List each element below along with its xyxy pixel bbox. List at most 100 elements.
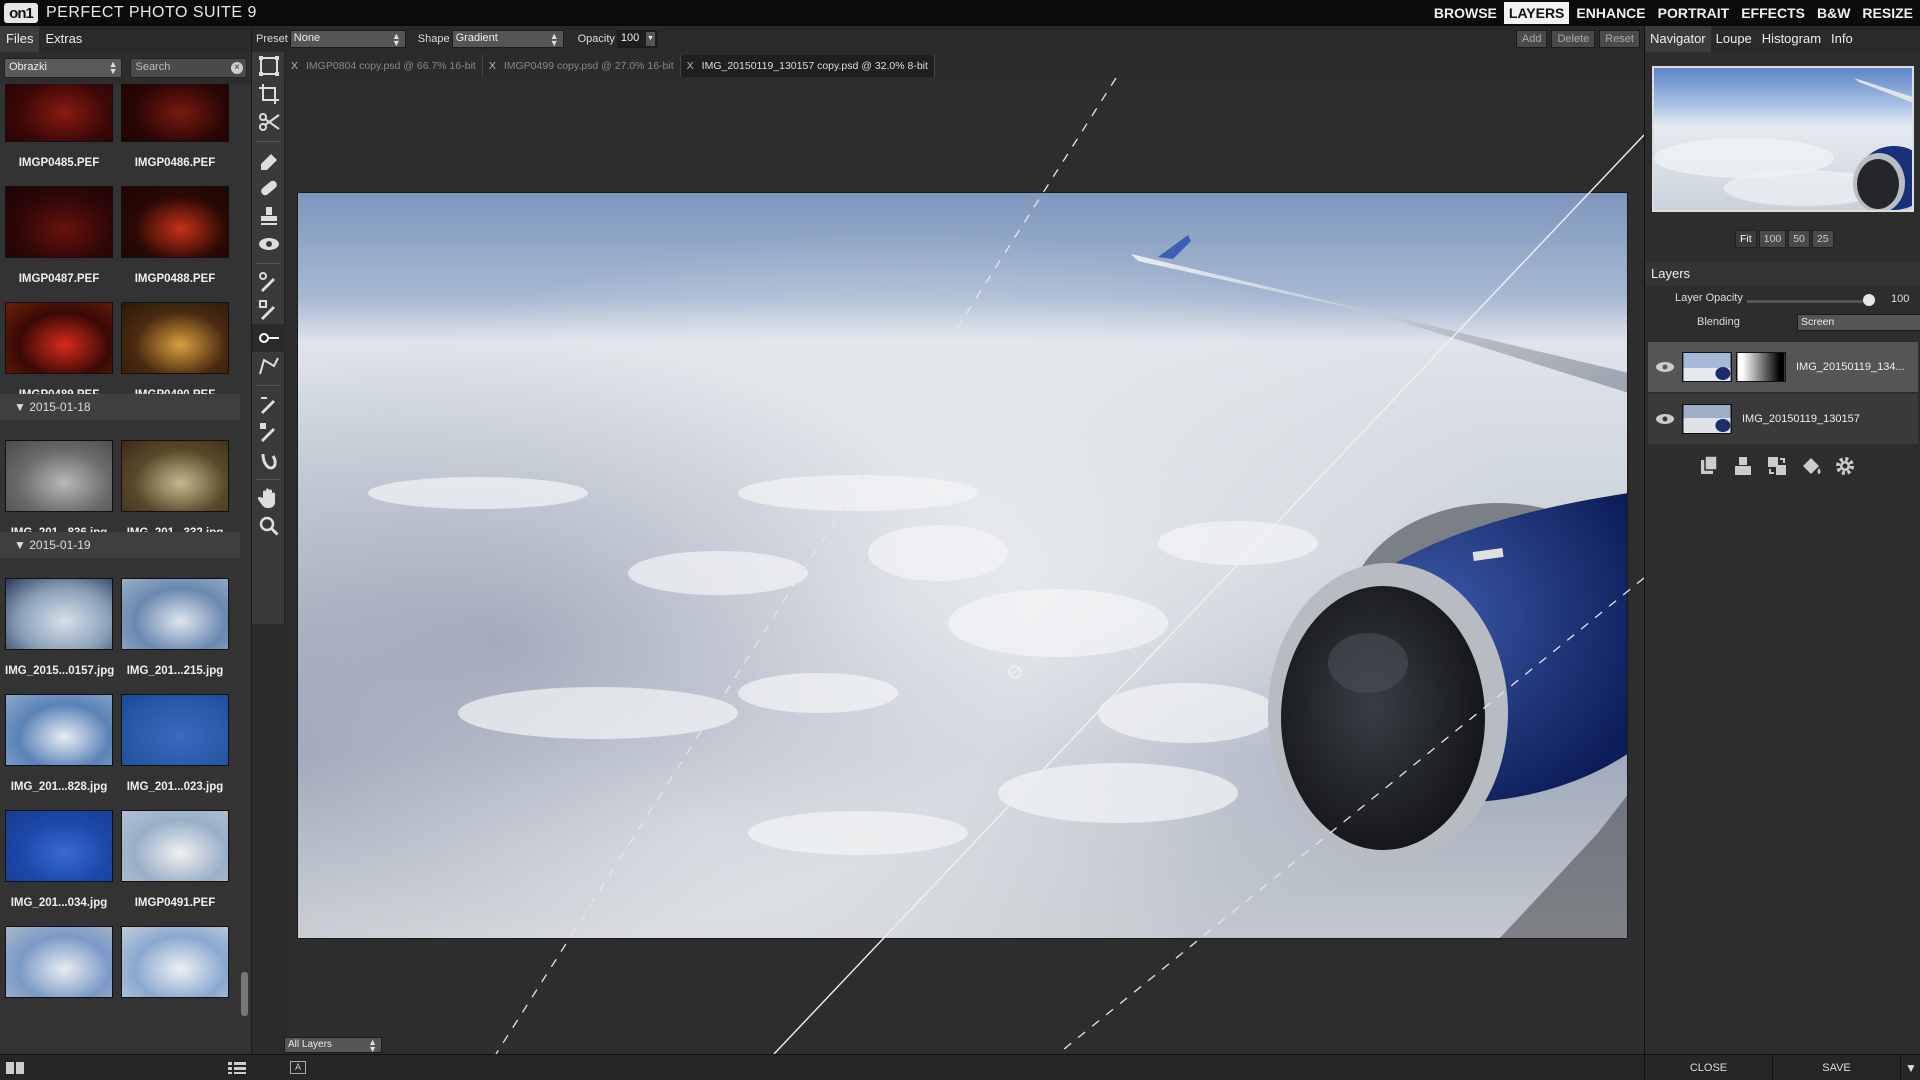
module-layers[interactable]: LAYERS [1503, 2, 1570, 24]
thumbnail-item[interactable]: IMGP0485.PEF [5, 84, 113, 169]
blur-tool[interactable] [252, 446, 285, 474]
layer-row[interactable]: IMG_20150119_130157 [1648, 394, 1918, 444]
redeye-tool[interactable] [252, 230, 285, 258]
preset-select[interactable]: None ▲ ▼ [289, 30, 406, 48]
gradient-mask-overlay[interactable] [286, 78, 1644, 1054]
thumbnail-item[interactable]: IMGP0488.PEF [121, 186, 229, 285]
tab-navigator[interactable]: Navigator [1645, 26, 1711, 52]
close-tab-icon[interactable]: X [489, 60, 496, 72]
zoom-100-button[interactable]: 100 [1758, 230, 1787, 248]
layers-filter-select[interactable]: All Layers ▲ ▼ [284, 1037, 382, 1054]
eraser-tool[interactable] [252, 146, 285, 174]
thumbnail-image[interactable] [121, 810, 229, 882]
doc-tab-2[interactable]: X IMGP0499 copy.psd @ 27.0% 16-bit [483, 55, 681, 77]
thumbnail-item[interactable]: IMGP0486.PEF [121, 84, 229, 169]
gradient-guide-end[interactable] [1057, 577, 1644, 1054]
layer-row[interactable]: IMG_20150119_134... [1648, 342, 1918, 392]
stamp-visible-icon[interactable] [1765, 454, 1789, 478]
a-toggle-badge[interactable]: A [290, 1061, 306, 1074]
add-button[interactable]: Add [1515, 30, 1548, 48]
gear-icon[interactable] [1833, 454, 1857, 478]
opacity-field[interactable]: 100 ▼ [616, 30, 657, 48]
thumbnail-item[interactable]: IMG_201...034.jpg [5, 810, 113, 909]
close-tab-icon[interactable]: X [687, 60, 694, 72]
blending-select[interactable]: Screen ▲▼ [1797, 314, 1920, 331]
thumbnail-item[interactable]: IMGP0491.PEF [121, 810, 229, 909]
thumbnail-image[interactable] [121, 926, 229, 998]
tab-files[interactable]: Files [0, 26, 40, 52]
doc-tab-3[interactable]: X IMG_20150119_130157 copy.psd @ 32.0% 8-… [680, 55, 935, 77]
module-effects[interactable]: EFFECTS [1736, 2, 1810, 24]
gradient-center-handle[interactable] [1034, 602, 1064, 632]
date-group-header[interactable]: ▼ 2015-01-18 [0, 394, 240, 420]
collapse-triangle-icon[interactable]: ▼ [14, 400, 29, 414]
zoom-25-button[interactable]: 25 [1811, 230, 1834, 248]
zoom-50-button[interactable]: 50 [1788, 230, 1810, 248]
hand-tool[interactable] [252, 484, 285, 512]
zoom-tool[interactable] [252, 512, 285, 540]
thumbnail-image[interactable] [121, 84, 229, 142]
thumbnail-item[interactable] [5, 926, 113, 1013]
transform-tool[interactable] [252, 52, 285, 80]
panel-toggle-icon[interactable] [6, 1062, 24, 1074]
module-browse[interactable]: BROWSE [1429, 2, 1502, 24]
doc-tab-1[interactable]: X IMGP0804 copy.psd @ 66.7% 16-bit [285, 55, 483, 77]
close-tab-icon[interactable]: X [291, 60, 298, 72]
thumbnail-image[interactable] [5, 810, 113, 882]
thumbnail-image[interactable] [121, 694, 229, 766]
thumbnail-image[interactable] [5, 926, 113, 998]
thumbnail-image[interactable] [121, 186, 229, 258]
chevron-down-icon[interactable]: ▼ [1901, 1055, 1920, 1080]
navigator-preview[interactable] [1652, 66, 1914, 212]
thumbnail-item[interactable]: IMG_201...023.jpg [121, 694, 229, 793]
reset-button[interactable]: Reset [1599, 30, 1640, 48]
thumbnail-item[interactable] [121, 926, 229, 1013]
layer-opacity-slider-knob[interactable] [1863, 294, 1875, 306]
layer-opacity-slider[interactable] [1747, 300, 1869, 303]
thumbnail-image[interactable] [5, 84, 113, 142]
thumbnail-image[interactable] [5, 186, 113, 258]
thumbnail-item[interactable]: IMG_201...828.jpg [5, 694, 113, 793]
clear-search-icon[interactable]: × [231, 62, 243, 74]
module-portrait[interactable]: PORTRAIT [1653, 2, 1735, 24]
thumbnail-item[interactable]: IMG_2015...0157.jpg [5, 578, 114, 677]
thumbnail-image[interactable] [121, 440, 229, 512]
tab-extras[interactable]: Extras [39, 26, 88, 52]
thumbnail-item[interactable]: IMG_201...215.jpg [121, 578, 229, 677]
layer-mask-thumbnail[interactable] [1736, 352, 1786, 382]
retouch-tool[interactable] [252, 174, 285, 202]
thumbnail-image[interactable] [5, 302, 113, 374]
close-button[interactable]: CLOSE [1645, 1055, 1773, 1080]
thumbnail-image[interactable] [5, 578, 113, 650]
thumbnail-image[interactable] [5, 440, 113, 512]
zoom-fit-button[interactable]: Fit [1735, 230, 1757, 248]
thumbnail-image[interactable] [5, 694, 113, 766]
thumbnail-item[interactable]: IMGP0487.PEF [5, 186, 113, 285]
clone-stamp-tool[interactable] [252, 202, 285, 230]
fill-bucket-icon[interactable] [1799, 454, 1823, 478]
crop-tool[interactable] [252, 80, 285, 108]
gradient-center-line[interactable] [773, 134, 1644, 1054]
date-group-header[interactable]: ▼ 2015-01-19 [0, 532, 240, 558]
masking-bug-tool[interactable] [252, 296, 285, 324]
module-enhance[interactable]: ENHANCE [1571, 2, 1650, 24]
save-button[interactable]: SAVE [1773, 1055, 1901, 1080]
gradient-guide-start[interactable] [495, 78, 1117, 1054]
image-canvas[interactable] [286, 78, 1644, 1054]
chevron-down-icon[interactable]: ▼ [645, 32, 655, 46]
collapse-triangle-icon[interactable]: ▼ [14, 538, 29, 552]
merge-layer-icon[interactable] [1731, 454, 1755, 478]
folder-select[interactable]: Obrazki ▲ ▼ [4, 58, 123, 78]
masking-brush-tool[interactable] [252, 268, 285, 296]
delete-button[interactable]: Delete [1551, 30, 1596, 48]
chisel-tool[interactable] [252, 418, 285, 446]
thumbnail-item[interactable]: IMGP0490.PEF [121, 302, 229, 401]
refine-brush-tool[interactable] [252, 390, 285, 418]
module-bw[interactable]: B&W [1812, 2, 1855, 24]
duplicate-layer-icon[interactable] [1697, 454, 1721, 478]
thumbnail-item[interactable]: IMG_201...836.jpg [5, 440, 113, 539]
thumbnail-scrollbar[interactable] [241, 972, 248, 1016]
tab-info[interactable]: Info [1826, 26, 1858, 52]
tab-histogram[interactable]: Histogram [1757, 26, 1826, 52]
eye-icon[interactable] [1654, 361, 1676, 373]
